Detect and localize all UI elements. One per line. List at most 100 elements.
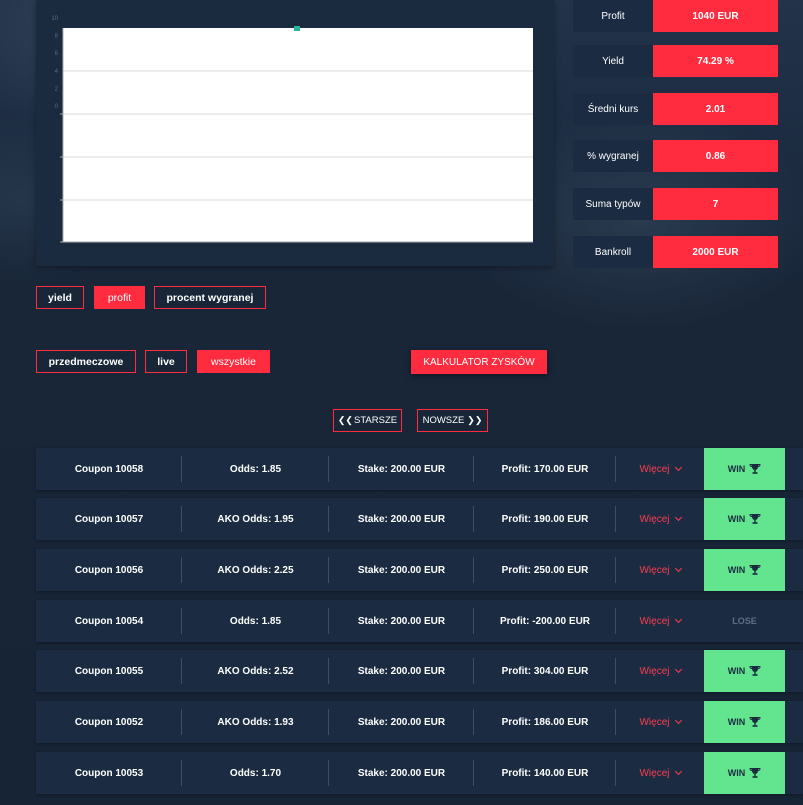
- chart-y-ticks: 10 8 6 4 2 0: [51, 16, 58, 110]
- stat-label: Suma typów: [573, 188, 653, 220]
- coupon-row[interactable]: Coupon 10054 Odds: 1.85 Stake: 200.00 EU…: [36, 600, 803, 642]
- stat-value: 2000 EUR: [653, 236, 778, 268]
- tab-yield[interactable]: yield: [36, 286, 84, 309]
- chevron-down-icon: [674, 767, 682, 776]
- chart-plot-area: [63, 28, 533, 242]
- profit-chart-panel: 10 8 6 4 2 0: [36, 0, 554, 266]
- chart-y-tick-label: 0: [55, 104, 59, 110]
- newer-button[interactable]: NOWSZE ❯❯: [417, 409, 488, 432]
- coupon-stake: Stake: 200.00 EUR: [329, 650, 474, 692]
- result-label: WIN: [727, 514, 746, 524]
- coupon-profit: Profit: 186.00 EUR: [474, 701, 616, 743]
- coupon-row[interactable]: Coupon 10053 Odds: 1.70 Stake: 200.00 EU…: [36, 752, 803, 794]
- stat-value: 74.29 %: [653, 45, 778, 77]
- chart-y-tick-label: 8: [55, 34, 59, 40]
- result-label: WIN: [727, 768, 746, 778]
- stat-profit: Profit 1040 EUR: [573, 0, 778, 32]
- result-badge: WIN: [704, 498, 785, 540]
- coupon-odds: AKO Odds: 2.52: [182, 650, 329, 692]
- more-link[interactable]: Więcej: [616, 549, 704, 591]
- older-label: STARSZE: [353, 415, 398, 426]
- coupon-profit: Profit: 170.00 EUR: [474, 448, 616, 490]
- coupon-id: Coupon 10052: [36, 701, 182, 743]
- trophy-icon: [749, 565, 761, 575]
- chevron-down-icon: [674, 665, 682, 674]
- more-link[interactable]: Więcej: [616, 752, 704, 794]
- coupon-id: Coupon 10053: [36, 752, 182, 794]
- stat-yield: Yield 74.29 %: [573, 45, 778, 77]
- stat-label: Yield: [573, 45, 653, 77]
- coupon-id: Coupon 10054: [36, 600, 182, 642]
- filter-live[interactable]: live: [145, 350, 187, 373]
- result-badge: LOSE: [704, 600, 785, 642]
- result-badge: WIN: [704, 650, 785, 692]
- coupon-row[interactable]: Coupon 10056 AKO Odds: 2.25 Stake: 200.0…: [36, 549, 803, 591]
- trophy-icon: [749, 464, 761, 474]
- more-label: Więcej: [639, 665, 670, 677]
- stat-value: 0.86: [653, 140, 778, 172]
- coupon-odds: Odds: 1.85: [182, 448, 329, 490]
- chart-y-tick-label: 10: [51, 16, 58, 22]
- more-label: Więcej: [639, 716, 670, 728]
- more-link[interactable]: Więcej: [616, 600, 704, 642]
- tab-win-percent[interactable]: procent wygranej: [154, 286, 266, 309]
- stat-label: Bankroll: [573, 236, 653, 268]
- result-label: WIN: [727, 565, 746, 575]
- coupon-odds: AKO Odds: 1.93: [182, 701, 329, 743]
- coupon-profit: Profit: 250.00 EUR: [474, 549, 616, 591]
- stat-average-odds: Średni kurs 2.01: [573, 93, 778, 125]
- chevron-down-icon: [674, 564, 682, 573]
- trophy-icon: [749, 717, 761, 727]
- older-button[interactable]: ❮❮ STARSZE: [333, 409, 402, 432]
- stat-value: 2.01: [653, 93, 778, 125]
- coupon-row[interactable]: Coupon 10058 Odds: 1.85 Stake: 200.00 EU…: [36, 448, 803, 490]
- result-label: LOSE: [732, 616, 757, 626]
- coupon-odds: Odds: 1.85: [182, 600, 329, 642]
- more-link[interactable]: Więcej: [616, 448, 704, 490]
- coupon-row[interactable]: Coupon 10057 AKO Odds: 1.95 Stake: 200.0…: [36, 498, 803, 540]
- more-link[interactable]: Więcej: [616, 498, 704, 540]
- coupon-stake: Stake: 200.00 EUR: [329, 549, 474, 591]
- stat-bankroll: Bankroll 2000 EUR: [573, 236, 778, 268]
- coupon-stake: Stake: 200.00 EUR: [329, 752, 474, 794]
- coupon-stake: Stake: 200.00 EUR: [329, 448, 474, 490]
- trophy-icon: [749, 768, 761, 778]
- coupon-stake: Stake: 200.00 EUR: [329, 498, 474, 540]
- double-chevron-right-icon: ❯❯: [467, 415, 483, 425]
- profit-calculator-button[interactable]: KALKULATOR ZYSKÓW: [411, 350, 547, 374]
- stat-value: 1040 EUR: [653, 0, 778, 32]
- filter-prematch[interactable]: przedmeczowe: [36, 350, 136, 373]
- coupon-id: Coupon 10057: [36, 498, 182, 540]
- coupon-profit: Profit: 140.00 EUR: [474, 752, 616, 794]
- newer-label: NOWSZE: [422, 415, 465, 426]
- tab-profit[interactable]: profit: [94, 286, 145, 309]
- result-badge: WIN: [704, 549, 785, 591]
- coupon-row[interactable]: Coupon 10055 AKO Odds: 2.52 Stake: 200.0…: [36, 650, 803, 692]
- more-link[interactable]: Więcej: [616, 650, 704, 692]
- coupon-id: Coupon 10058: [36, 448, 182, 490]
- coupon-odds: Odds: 1.70: [182, 752, 329, 794]
- coupon-stake: Stake: 200.00 EUR: [329, 600, 474, 642]
- chevron-down-icon: [674, 513, 682, 522]
- stat-win-percent: % wygranej 0.86: [573, 140, 778, 172]
- filter-all[interactable]: wszystkie: [197, 350, 270, 373]
- result-badge: WIN: [704, 701, 785, 743]
- coupon-profit: Profit: -200.00 EUR: [474, 600, 616, 642]
- trophy-icon: [749, 666, 761, 676]
- chevron-down-icon: [674, 463, 682, 472]
- more-label: Więcej: [639, 564, 670, 576]
- coupon-odds: AKO Odds: 1.95: [182, 498, 329, 540]
- coupon-id: Coupon 10056: [36, 549, 182, 591]
- chevron-down-icon: [674, 716, 682, 725]
- coupon-row[interactable]: Coupon 10052 AKO Odds: 1.93 Stake: 200.0…: [36, 701, 803, 743]
- stat-label: Średni kurs: [573, 93, 653, 125]
- result-badge: WIN: [704, 448, 785, 490]
- stat-value: 7: [653, 188, 778, 220]
- result-label: WIN: [727, 464, 746, 474]
- chart-data-marker[interactable]: [294, 26, 300, 31]
- more-link[interactable]: Więcej: [616, 701, 704, 743]
- more-label: Więcej: [639, 615, 670, 627]
- trophy-icon: [749, 514, 761, 524]
- stat-label: Profit: [573, 0, 653, 32]
- coupon-stake: Stake: 200.00 EUR: [329, 701, 474, 743]
